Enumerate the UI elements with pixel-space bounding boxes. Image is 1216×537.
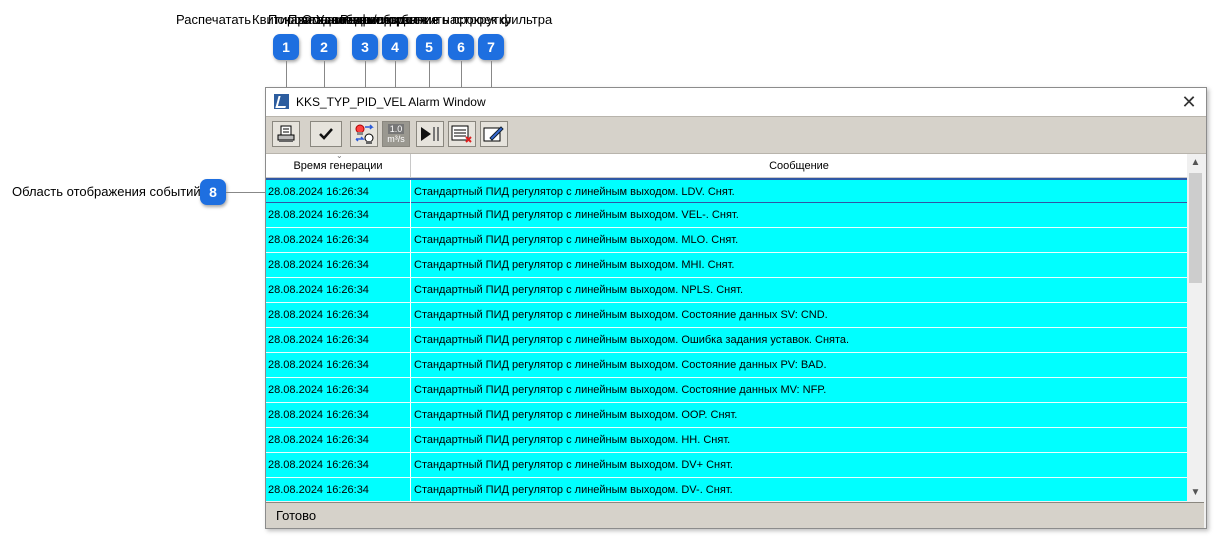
table-row[interactable]: 28.08.2024 16:26:34 Стандартный ПИД регул… xyxy=(266,178,1187,204)
play-pause-icon xyxy=(421,127,439,141)
toolbar: 1.0 m³/s xyxy=(266,116,1206,154)
event-message: Стандартный ПИД регулятор с линейным вых… xyxy=(414,209,739,221)
print-icon xyxy=(277,125,295,142)
event-time: 28.08.2024 16:26:34 xyxy=(268,284,369,296)
column-separator xyxy=(410,278,411,302)
table-row[interactable]: 28.08.2024 16:26:34 Стандартный ПИД регул… xyxy=(266,278,1187,303)
event-message: Стандартный ПИД регулятор с линейным вых… xyxy=(414,359,827,371)
event-message: Стандартный ПИД регулятор с линейным вых… xyxy=(414,186,735,198)
app-icon xyxy=(274,94,289,109)
callout-badge-2: 2 xyxy=(311,34,337,60)
active-events-icon xyxy=(355,124,374,144)
event-time: 28.08.2024 16:26:34 xyxy=(268,484,369,496)
play-pause-button[interactable] xyxy=(416,121,444,147)
column-separator xyxy=(410,453,411,477)
callout-labels: Распечатать Квитировать событие Показать… xyxy=(176,12,646,30)
title-bar[interactable]: KKS_TYP_PID_VEL Alarm Window ✕ xyxy=(266,88,1206,116)
event-message: Стандартный ПИД регулятор с линейным вых… xyxy=(414,259,735,271)
edit-filter-icon xyxy=(483,126,504,142)
table-row[interactable]: 28.08.2024 16:26:34 Стандартный ПИД регул… xyxy=(266,353,1187,378)
units-value-text: 1.0 xyxy=(387,124,405,134)
callout-badge-6: 6 xyxy=(448,34,474,60)
column-separator xyxy=(410,228,411,252)
events-table: ⌄ Время генерации Сообщение 28.08.2024 1… xyxy=(266,154,1204,501)
checkmark-icon xyxy=(319,128,333,140)
callout-badge-4: 4 xyxy=(382,34,408,60)
close-button[interactable]: ✕ xyxy=(1178,91,1200,113)
print-button[interactable] xyxy=(272,121,300,147)
window-title: KKS_TYP_PID_VEL Alarm Window xyxy=(296,95,486,109)
table-row[interactable]: 28.08.2024 16:26:34 Стандартный ПИД регул… xyxy=(266,328,1187,353)
delete-event-button[interactable] xyxy=(448,121,476,147)
event-message: Стандартный ПИД регулятор с линейным вых… xyxy=(414,434,731,446)
column-separator xyxy=(410,303,411,327)
scroll-up-icon[interactable]: ▲ xyxy=(1187,154,1204,171)
column-header-time[interactable]: ⌄ Время генерации xyxy=(266,154,411,177)
callout-label-edit-filter: Редактирование настроек фильтра xyxy=(340,12,553,27)
table-row[interactable]: 28.08.2024 16:26:34 Стандартный ПИД регул… xyxy=(266,478,1187,501)
event-time: 28.08.2024 16:26:34 xyxy=(268,209,369,221)
event-message: Стандартный ПИД регулятор с линейным вых… xyxy=(414,484,733,496)
event-message: Стандартный ПИД регулятор с линейным вых… xyxy=(414,459,733,471)
units-filter-button[interactable]: 1.0 m³/s xyxy=(382,121,410,147)
event-message: Стандартный ПИД регулятор с линейным вых… xyxy=(414,334,850,346)
table-row[interactable]: 28.08.2024 16:26:34 Стандартный ПИД регул… xyxy=(266,428,1187,453)
column-separator xyxy=(410,328,411,352)
column-header-time-label: Время генерации xyxy=(293,160,383,172)
column-separator xyxy=(410,428,411,452)
table-row[interactable]: 28.08.2024 16:26:34 Стандартный ПИД регул… xyxy=(266,378,1187,403)
callout-label-print: Распечатать xyxy=(176,12,252,27)
event-message: Стандартный ПИД регулятор с линейным вых… xyxy=(414,309,828,321)
table-row[interactable]: 28.08.2024 16:26:34 Стандартный ПИД регул… xyxy=(266,253,1187,278)
column-separator xyxy=(410,478,411,501)
active-events-button[interactable] xyxy=(350,121,378,147)
table-row[interactable]: 28.08.2024 16:26:34 Стандартный ПИД регул… xyxy=(266,303,1187,328)
delete-event-icon xyxy=(451,125,472,143)
column-separator xyxy=(410,403,411,427)
column-separator xyxy=(410,180,411,204)
event-time: 28.08.2024 16:26:34 xyxy=(268,186,369,198)
column-separator xyxy=(410,203,411,227)
event-time: 28.08.2024 16:26:34 xyxy=(268,434,369,446)
column-separator xyxy=(410,353,411,377)
units-label-text: m³/s xyxy=(387,134,405,144)
callout-badge-5: 5 xyxy=(416,34,442,60)
sort-indicator-icon: ⌄ xyxy=(336,154,343,160)
event-time: 28.08.2024 16:26:34 xyxy=(268,234,369,246)
event-time: 28.08.2024 16:26:34 xyxy=(268,359,369,371)
callout-badge-3: 3 xyxy=(352,34,378,60)
event-message: Стандартный ПИД регулятор с линейным вых… xyxy=(414,234,739,246)
event-time: 28.08.2024 16:26:34 xyxy=(268,384,369,396)
leader-line-8 xyxy=(226,192,268,193)
vertical-scrollbar[interactable]: ▲ ▼ xyxy=(1187,154,1204,501)
scroll-thumb[interactable] xyxy=(1189,173,1202,283)
event-time: 28.08.2024 16:26:34 xyxy=(268,309,369,321)
status-bar: Готово xyxy=(266,502,1204,528)
table-row[interactable]: 28.08.2024 16:26:34 Стандартный ПИД регул… xyxy=(266,203,1187,228)
status-text: Готово xyxy=(276,508,317,523)
callout-badge-8: 8 xyxy=(200,179,226,205)
table-row[interactable]: 28.08.2024 16:26:34 Стандартный ПИД регул… xyxy=(266,453,1187,478)
event-message: Стандартный ПИД регулятор с линейным вых… xyxy=(414,284,744,296)
edit-filter-button[interactable] xyxy=(480,121,508,147)
column-separator xyxy=(410,378,411,402)
event-time: 28.08.2024 16:26:34 xyxy=(268,409,369,421)
event-message: Стандартный ПИД регулятор с линейным вых… xyxy=(414,409,738,421)
acknowledge-button[interactable] xyxy=(310,121,342,147)
callout-badge-1: 1 xyxy=(273,34,299,60)
event-time: 28.08.2024 16:26:34 xyxy=(268,459,369,471)
callout-badge-7: 7 xyxy=(478,34,504,60)
scroll-down-icon[interactable]: ▼ xyxy=(1187,484,1204,501)
table-row[interactable]: 28.08.2024 16:26:34 Стандартный ПИД регул… xyxy=(266,403,1187,428)
event-time: 28.08.2024 16:26:34 xyxy=(268,259,369,271)
callout-label-events-area: Область отображения событий xyxy=(12,184,201,199)
table-row[interactable]: 28.08.2024 16:26:34 Стандартный ПИД регул… xyxy=(266,228,1187,253)
event-time: 28.08.2024 16:26:34 xyxy=(268,334,369,346)
alarm-window: KKS_TYP_PID_VEL Alarm Window ✕ 1.0 m³/s … xyxy=(265,87,1207,529)
column-separator xyxy=(410,253,411,277)
column-header-message[interactable]: Сообщение xyxy=(411,154,1187,177)
table-header: ⌄ Время генерации Сообщение xyxy=(266,154,1187,178)
event-message: Стандартный ПИД регулятор с линейным вых… xyxy=(414,384,827,396)
